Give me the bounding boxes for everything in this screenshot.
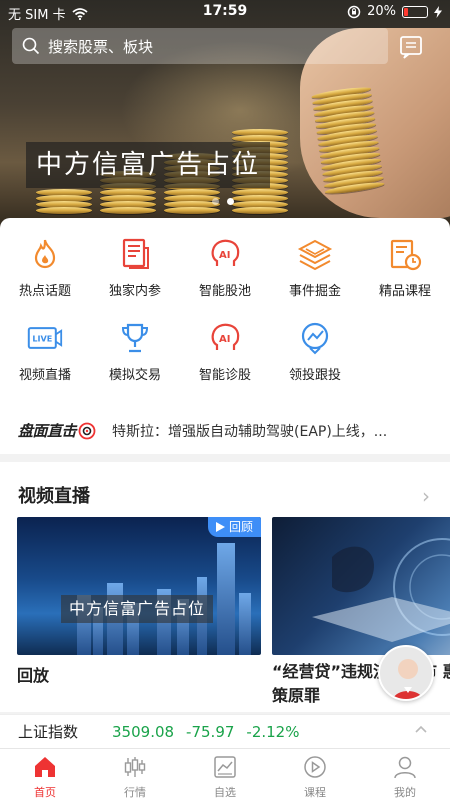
carousel-dot-active[interactable] bbox=[227, 198, 234, 205]
carousel-dots bbox=[212, 198, 234, 205]
ticker-brand: 盘面直击 bbox=[18, 422, 77, 440]
menu-item-label: 热点话题 bbox=[18, 284, 71, 299]
tab-market[interactable]: 行情 bbox=[90, 749, 180, 800]
replay-badge-label: 回顾 bbox=[228, 520, 253, 534]
menu-item-lead-follow-invest[interactable]: 领投跟投 bbox=[270, 320, 360, 383]
tab-watchlist[interactable]: 自选 bbox=[180, 749, 270, 800]
replay-badge: 回顾 bbox=[207, 517, 261, 537]
svg-text:AI: AI bbox=[219, 250, 230, 261]
message-icon[interactable] bbox=[398, 34, 424, 60]
video-card[interactable] bbox=[272, 517, 450, 655]
tab-label: 自选 bbox=[214, 786, 236, 799]
menu-item-label: 独家内参 bbox=[108, 284, 161, 299]
battery-level bbox=[404, 7, 408, 16]
home-icon bbox=[35, 757, 55, 777]
section-title: 视频直播 bbox=[18, 486, 90, 507]
menu-item-label: 领投跟投 bbox=[288, 368, 341, 383]
index-percent: -2.12% bbox=[246, 722, 300, 741]
tab-home[interactable]: 首页 bbox=[0, 749, 90, 800]
layers-icon bbox=[297, 239, 333, 271]
menu-item-smart-stock-pool[interactable]: AI 智能股池 bbox=[180, 236, 270, 299]
person-icon bbox=[394, 756, 416, 779]
live-camera-icon: LIVE bbox=[27, 327, 63, 349]
candlestick-icon bbox=[124, 757, 146, 777]
video-overlay-text: 中方信富广告占位 bbox=[61, 595, 214, 623]
coin-stack bbox=[36, 189, 92, 214]
video-card[interactable]: 回顾 中方信富广告占位 bbox=[17, 517, 261, 655]
menu-item-label: 视频直播 bbox=[18, 368, 71, 383]
chevron-up-icon[interactable] bbox=[414, 723, 428, 737]
search-placeholder: 搜索股票、板块 bbox=[48, 37, 154, 56]
menu-item-label: 智能股池 bbox=[198, 284, 251, 299]
trend-bubble-icon bbox=[301, 322, 329, 355]
market-ticker[interactable]: 盘面直击 特斯拉：增强版自动辅助驾驶(EAP)上线，... bbox=[18, 420, 438, 441]
search-input[interactable]: 搜索股票、板块 bbox=[12, 28, 388, 64]
status-bar: 无 SIM 卡 17:59 20% bbox=[0, 0, 450, 24]
chart-card-icon bbox=[214, 756, 236, 778]
search-icon bbox=[22, 37, 40, 55]
index-name: 上证指数 bbox=[18, 723, 79, 741]
play-icon bbox=[215, 522, 225, 532]
index-change: -75.97 bbox=[186, 722, 235, 741]
course-clock-icon bbox=[390, 239, 422, 271]
tab-label: 我的 bbox=[394, 786, 416, 799]
customer-service-avatar[interactable] bbox=[378, 645, 434, 701]
tab-label: 课程 bbox=[304, 786, 326, 799]
menu-item-video-live[interactable]: LIVE 视频直播 bbox=[0, 320, 90, 383]
tab-label: 行情 bbox=[124, 786, 146, 799]
menu-item-event-mining[interactable]: 事件掘金 bbox=[270, 236, 360, 299]
carousel-dot[interactable] bbox=[212, 198, 219, 205]
ai-head-icon: AI bbox=[211, 323, 240, 350]
index-price: 3509.08 bbox=[112, 722, 175, 741]
target-icon bbox=[78, 422, 96, 439]
menu-item-label: 精品课程 bbox=[378, 284, 431, 299]
hero-banner-text: 中方信富广告占位 bbox=[26, 142, 271, 188]
menu-card: 热点话题 独家内参 AI 智能股池 事件掘金 精品课程 LIVE 视频直播 模拟… bbox=[0, 218, 450, 454]
charging-bolt-icon bbox=[434, 5, 442, 18]
trophy-icon bbox=[121, 323, 149, 353]
ticker-headline: 特斯拉：增强版自动辅助驾驶(EAP)上线，... bbox=[112, 423, 388, 440]
play-circle-icon bbox=[304, 756, 326, 778]
svg-text:AI: AI bbox=[219, 334, 230, 345]
bottom-tab-bar: 首页 行情 自选 课程 我的 bbox=[0, 748, 450, 800]
menu-item-label: 事件掘金 bbox=[288, 284, 341, 299]
menu-row-2: LIVE 视频直播 模拟交易 AI 智能诊股 领投跟投 bbox=[0, 320, 450, 383]
menu-item-simulated-trading[interactable]: 模拟交易 bbox=[90, 320, 180, 383]
battery-percent: 20% bbox=[367, 4, 396, 19]
tab-mine[interactable]: 我的 bbox=[360, 749, 450, 800]
chevron-right-icon[interactable]: › bbox=[422, 484, 430, 508]
flame-icon bbox=[34, 239, 56, 269]
menu-item-hot-topics[interactable]: 热点话题 bbox=[0, 236, 90, 299]
video-thumbnail-graphic bbox=[312, 538, 450, 642]
menu-item-premium-courses[interactable]: 精品课程 bbox=[360, 236, 450, 299]
document-icon bbox=[122, 238, 149, 269]
index-quote-bar[interactable]: 上证指数 3509.08 -75.97 -2.12% bbox=[0, 714, 450, 748]
menu-item-smart-diagnosis[interactable]: AI 智能诊股 bbox=[180, 320, 270, 383]
video-title[interactable]: 回放 bbox=[17, 662, 49, 686]
ai-head-icon: AI bbox=[211, 239, 240, 266]
tab-courses[interactable]: 课程 bbox=[270, 749, 360, 800]
battery-icon bbox=[402, 5, 428, 18]
tab-label: 首页 bbox=[34, 786, 56, 799]
rotation-lock-icon bbox=[347, 5, 361, 18]
menu-item-label: 智能诊股 bbox=[198, 368, 251, 383]
menu-item-label: 模拟交易 bbox=[108, 368, 161, 383]
menu-item-exclusive-reference[interactable]: 独家内参 bbox=[90, 236, 180, 299]
svg-text:LIVE: LIVE bbox=[32, 334, 52, 344]
menu-row-1: 热点话题 独家内参 AI 智能股池 事件掘金 精品课程 bbox=[0, 236, 450, 299]
